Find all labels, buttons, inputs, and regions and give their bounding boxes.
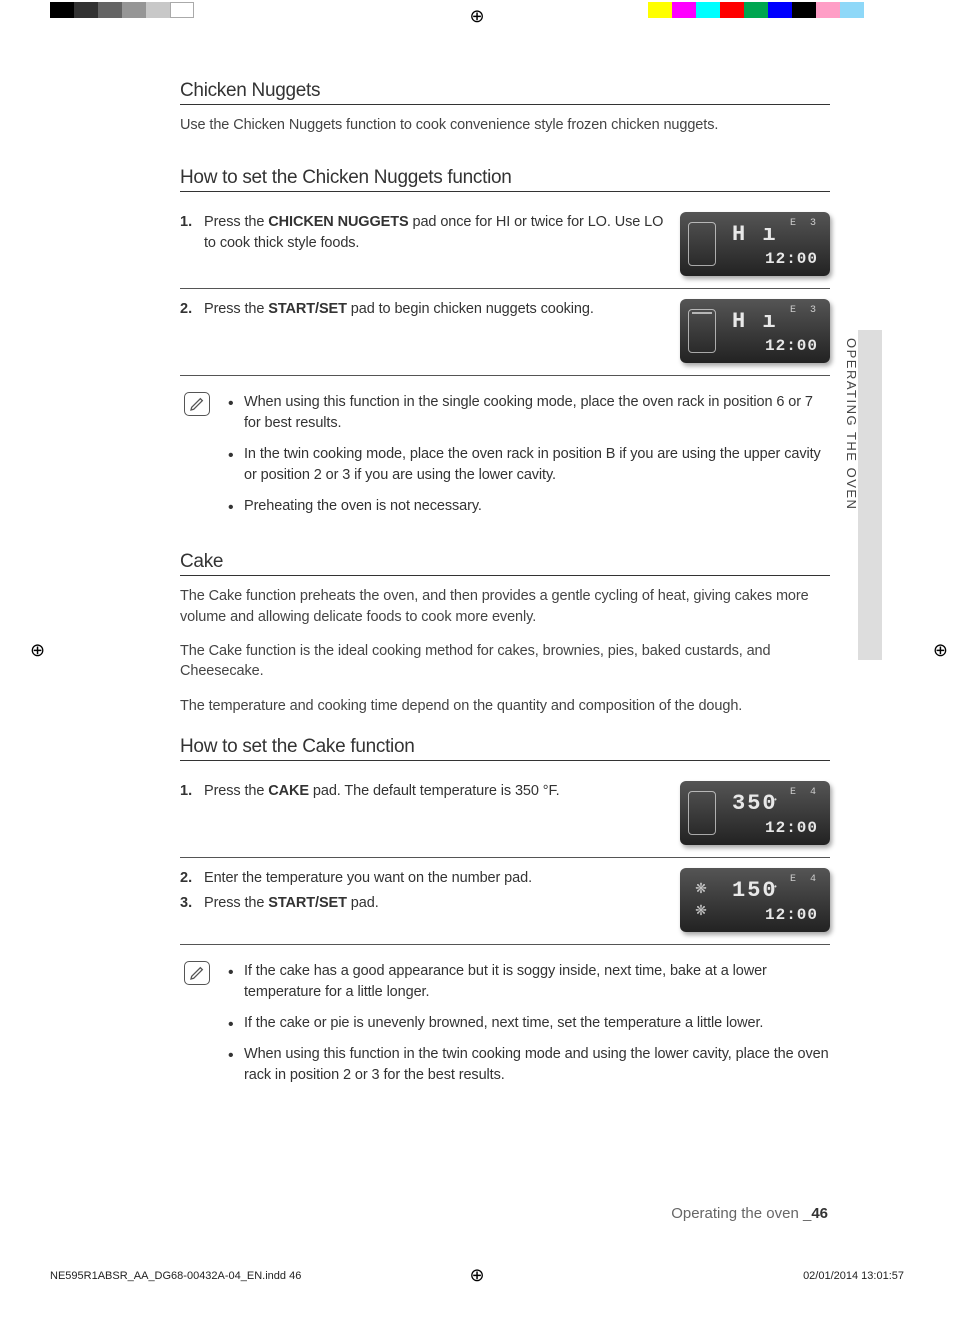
- section-title-chicken-nuggets: Chicken Nuggets: [180, 80, 830, 105]
- step-text: Press the CHICKEN NUGGETS pad once for H…: [204, 212, 668, 254]
- step-number: 2.: [180, 299, 194, 320]
- registration-mark-icon: ⊕: [933, 640, 948, 661]
- print-metadata: NE595R1ABSR_AA_DG68-00432A-04_EN.indd 46…: [50, 1270, 904, 1282]
- howto-title-chicken-nuggets: How to set the Chicken Nuggets function: [180, 167, 830, 192]
- body-paragraph: The Cake function preheats the oven, and…: [180, 586, 830, 627]
- oven-display: H ıE 312:00: [680, 299, 830, 363]
- source-file: NE595R1ABSR_AA_DG68-00432A-04_EN.indd 46: [50, 1270, 301, 1282]
- step-number: 3.: [180, 893, 194, 914]
- registration-mark-icon: ⊕: [469, 6, 484, 27]
- step-text: Press the START/SET pad.: [204, 893, 668, 914]
- step-row: 1.Press the CHICKEN NUGGETS pad once for…: [180, 202, 830, 289]
- note-item: Preheating the oven is not necessary.: [226, 496, 830, 517]
- oven-display: H ıE 312:00: [680, 212, 830, 276]
- running-footer: Operating the oven _46: [671, 1205, 828, 1222]
- section-title-cake: Cake: [180, 551, 830, 576]
- step-row: 2. Press the START/SET pad to begin chick…: [180, 289, 830, 376]
- section-tab: [858, 330, 882, 660]
- note-item: When using this function in the twin coo…: [226, 1044, 830, 1086]
- step-number: 2.: [180, 868, 194, 889]
- note-icon: [184, 961, 210, 985]
- step-number: 1.: [180, 781, 194, 802]
- body-paragraph: The temperature and cooking time depend …: [180, 696, 830, 716]
- oven-display: ❋❋150•E 412:00: [680, 868, 830, 932]
- note-item: If the cake or pie is unevenly browned, …: [226, 1013, 830, 1034]
- note-item: In the twin cooking mode, place the oven…: [226, 444, 830, 486]
- step-row: 2. Enter the temperature you want on the …: [180, 858, 830, 945]
- body-paragraph: The Cake function is the ideal cooking m…: [180, 641, 830, 682]
- howto-title-cake: How to set the Cake function: [180, 736, 830, 761]
- note-icon: [184, 392, 210, 416]
- registration-mark-icon: ⊕: [30, 640, 45, 661]
- section-tab-label: OPERATING THE OVEN: [844, 338, 859, 510]
- oven-display: 350•E 412:00: [680, 781, 830, 845]
- print-timestamp: 02/01/2014 13:01:57: [803, 1270, 904, 1282]
- note-item: If the cake has a good appearance but it…: [226, 961, 830, 1003]
- note-item: When using this function in the single c…: [226, 392, 830, 434]
- step-number: 1.: [180, 212, 194, 254]
- step-text: Press the START/SET pad to begin chicken…: [204, 299, 668, 320]
- note-list: When using this function in the single c…: [226, 392, 830, 527]
- step-text: Press the CAKE pad. The default temperat…: [204, 781, 668, 802]
- step-row: 1. Press the CAKE pad. The default temper…: [180, 771, 830, 858]
- intro-text: Use the Chicken Nuggets function to cook…: [180, 115, 830, 135]
- note-list: If the cake has a good appearance but it…: [226, 961, 830, 1096]
- step-text: Enter the temperature you want on the nu…: [204, 868, 668, 889]
